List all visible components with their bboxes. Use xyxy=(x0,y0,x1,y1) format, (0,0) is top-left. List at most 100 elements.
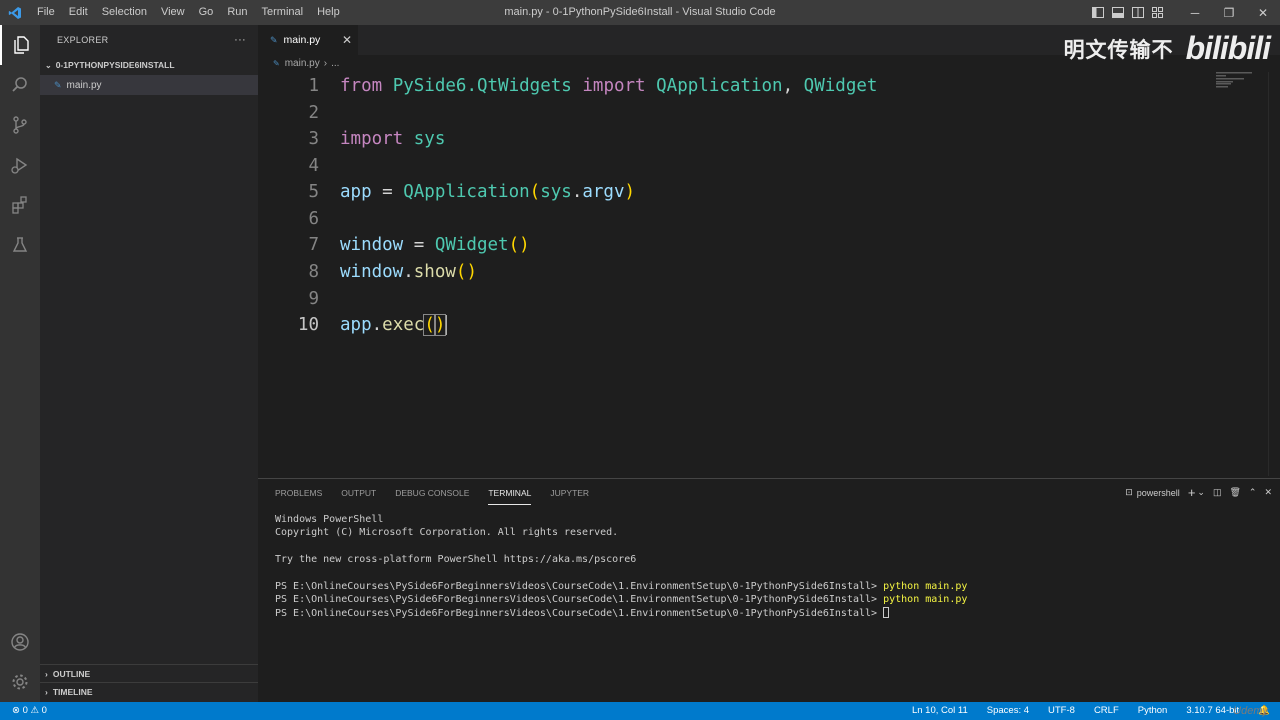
title-bar: File Edit Selection View Go Run Terminal… xyxy=(0,0,1280,25)
minimap[interactable] xyxy=(1216,72,1266,92)
terminal-line: Try the new cross-platform PowerShell ht… xyxy=(275,554,637,566)
close-tab-icon[interactable]: ✕ xyxy=(342,33,352,47)
breadcrumb-file[interactable]: main.py xyxy=(285,58,320,69)
token: = xyxy=(403,235,435,255)
maximize-panel-icon[interactable]: ⌃ xyxy=(1249,487,1257,498)
token: PySide6.QtWidgets xyxy=(392,76,572,96)
token: sys xyxy=(540,182,572,202)
workspace-folder[interactable]: ⌄ 0-1PYTHONPYSIDE6INSTALL xyxy=(40,55,258,75)
watermark-text: 明文传输不 xyxy=(1063,38,1174,62)
code-line: 8 window.show() xyxy=(258,259,1218,285)
tab-problems[interactable]: PROBLEMS xyxy=(275,482,322,504)
token: ( xyxy=(423,314,436,336)
trash-icon[interactable]: 🗑 xyxy=(1229,487,1240,498)
token: QWidget xyxy=(803,76,878,96)
token: show xyxy=(413,262,456,282)
tab-main-py[interactable]: ✎ main.py ✕ xyxy=(258,25,358,55)
minimize-icon[interactable]: ─ xyxy=(1178,0,1212,25)
menu-run[interactable]: Run xyxy=(220,0,254,25)
line-ending[interactable]: CRLF xyxy=(1094,702,1119,720)
explorer-icon[interactable] xyxy=(0,25,40,65)
menu-selection[interactable]: Selection xyxy=(95,0,154,25)
udemy-watermark: Udemy xyxy=(1233,705,1268,717)
file-item-main-py[interactable]: ✎ main.py xyxy=(40,75,258,95)
new-terminal-icon[interactable]: + xyxy=(1188,485,1196,500)
tab-output[interactable]: OUTPUT xyxy=(341,482,376,504)
language-mode[interactable]: Python xyxy=(1138,702,1168,720)
account-icon[interactable] xyxy=(0,622,40,662)
chevron-down-icon: ⌄ xyxy=(45,60,52,70)
menu-help[interactable]: Help xyxy=(310,0,347,25)
indentation[interactable]: Spaces: 4 xyxy=(987,702,1029,720)
token: ) xyxy=(519,235,530,255)
restore-icon[interactable]: ❐ xyxy=(1212,0,1246,25)
encoding[interactable]: UTF-8 xyxy=(1048,702,1075,720)
python-file-icon: ✎ xyxy=(54,79,62,90)
breadcrumb-separator-icon: › xyxy=(323,58,328,69)
shell-name[interactable]: powershell xyxy=(1137,488,1180,498)
token: QApplication xyxy=(656,76,783,96)
bilibili-logo: bilibili xyxy=(1185,30,1271,66)
terminal-line: Copyright (C) Microsoft Corporation. All… xyxy=(275,527,619,539)
line-number: 3 xyxy=(308,129,319,149)
code-line: 3 import sys xyxy=(258,126,1218,152)
source-control-icon[interactable] xyxy=(0,105,40,145)
line-number: 4 xyxy=(308,156,319,176)
run-debug-icon[interactable] xyxy=(0,145,40,185)
tab-jupyter[interactable]: JUPYTER xyxy=(550,482,589,504)
menu-edit[interactable]: Edit xyxy=(62,0,95,25)
toggle-sidebar-icon[interactable] xyxy=(1088,0,1108,25)
more-actions-icon[interactable]: ··· xyxy=(234,34,246,46)
timeline-section[interactable]: › TIMELINE xyxy=(40,682,258,700)
python-interpreter[interactable]: 3.10.7 64-bit xyxy=(1186,702,1239,720)
code-line: 9 xyxy=(258,286,1218,312)
terminal-icon: ⊡ xyxy=(1125,487,1133,497)
terminal-output[interactable]: Windows PowerShell Copyright (C) Microso… xyxy=(275,513,967,620)
editor-scrollbar[interactable] xyxy=(1268,72,1280,476)
token: ) xyxy=(624,182,636,202)
split-terminal-icon[interactable]: ◫ xyxy=(1213,487,1222,498)
chevron-down-icon[interactable]: ⌄ xyxy=(1197,487,1205,498)
toggle-secondary-sidebar-icon[interactable] xyxy=(1128,0,1148,25)
toggle-panel-icon[interactable] xyxy=(1108,0,1128,25)
code-editor[interactable]: 1 from PySide6.QtWidgets import QApplica… xyxy=(258,72,1280,476)
token: ) xyxy=(466,262,478,282)
breadcrumb: ✎ main.py › ... xyxy=(258,55,339,72)
terminal-line: PS E:\OnlineCourses\PySide6ForBeginnersV… xyxy=(275,593,967,606)
code-line: 7 window = QWidget() xyxy=(258,232,1218,258)
menu-go[interactable]: Go xyxy=(192,0,221,25)
menu-file[interactable]: File xyxy=(30,0,62,25)
terminal-line: PS E:\OnlineCourses\PySide6ForBeginnersV… xyxy=(275,607,967,620)
tab-debug-console[interactable]: DEBUG CONSOLE xyxy=(395,482,469,504)
close-window-icon[interactable]: ✕ xyxy=(1246,0,1280,25)
line-number: 1 xyxy=(308,76,319,96)
breadcrumb-symbols[interactable]: ... xyxy=(331,58,339,69)
problems-count[interactable]: ⊗ 0 ⚠ 0 xyxy=(12,702,47,720)
close-panel-icon[interactable]: ✕ xyxy=(1264,487,1272,498)
status-bar: ⊗ 0 ⚠ 0 Ln 10, Col 11 Spaces: 4 UTF-8 CR… xyxy=(0,702,1280,720)
search-icon[interactable] xyxy=(0,65,40,105)
cursor-position[interactable]: Ln 10, Col 11 xyxy=(912,702,968,720)
code-line-active: 10 app.exec() xyxy=(258,312,1218,338)
terminal-prompt: PS E:\OnlineCourses\PySide6ForBeginnersV… xyxy=(275,580,878,592)
line-number: 9 xyxy=(308,289,319,309)
menu-terminal[interactable]: Terminal xyxy=(255,0,311,25)
menu-view[interactable]: View xyxy=(154,0,192,25)
customize-layout-icon[interactable] xyxy=(1148,0,1168,25)
testing-icon[interactable] xyxy=(0,225,40,265)
extensions-icon[interactable] xyxy=(0,185,40,225)
line-number: 10 xyxy=(297,315,319,335)
terminal-cursor xyxy=(883,607,890,619)
token: app xyxy=(340,315,372,335)
code-line: 5 app = QApplication(sys.argv) xyxy=(258,179,1218,205)
token: ( xyxy=(508,235,520,255)
settings-gear-icon[interactable] xyxy=(0,662,40,702)
tab-terminal[interactable]: TERMINAL xyxy=(488,482,532,505)
outline-section[interactable]: › OUTLINE xyxy=(40,664,258,682)
token: , xyxy=(782,76,794,96)
token: QWidget xyxy=(434,235,509,255)
token: window xyxy=(340,262,404,282)
menu-bar: File Edit Selection View Go Run Terminal… xyxy=(30,0,347,25)
line-number: 2 xyxy=(308,103,319,123)
